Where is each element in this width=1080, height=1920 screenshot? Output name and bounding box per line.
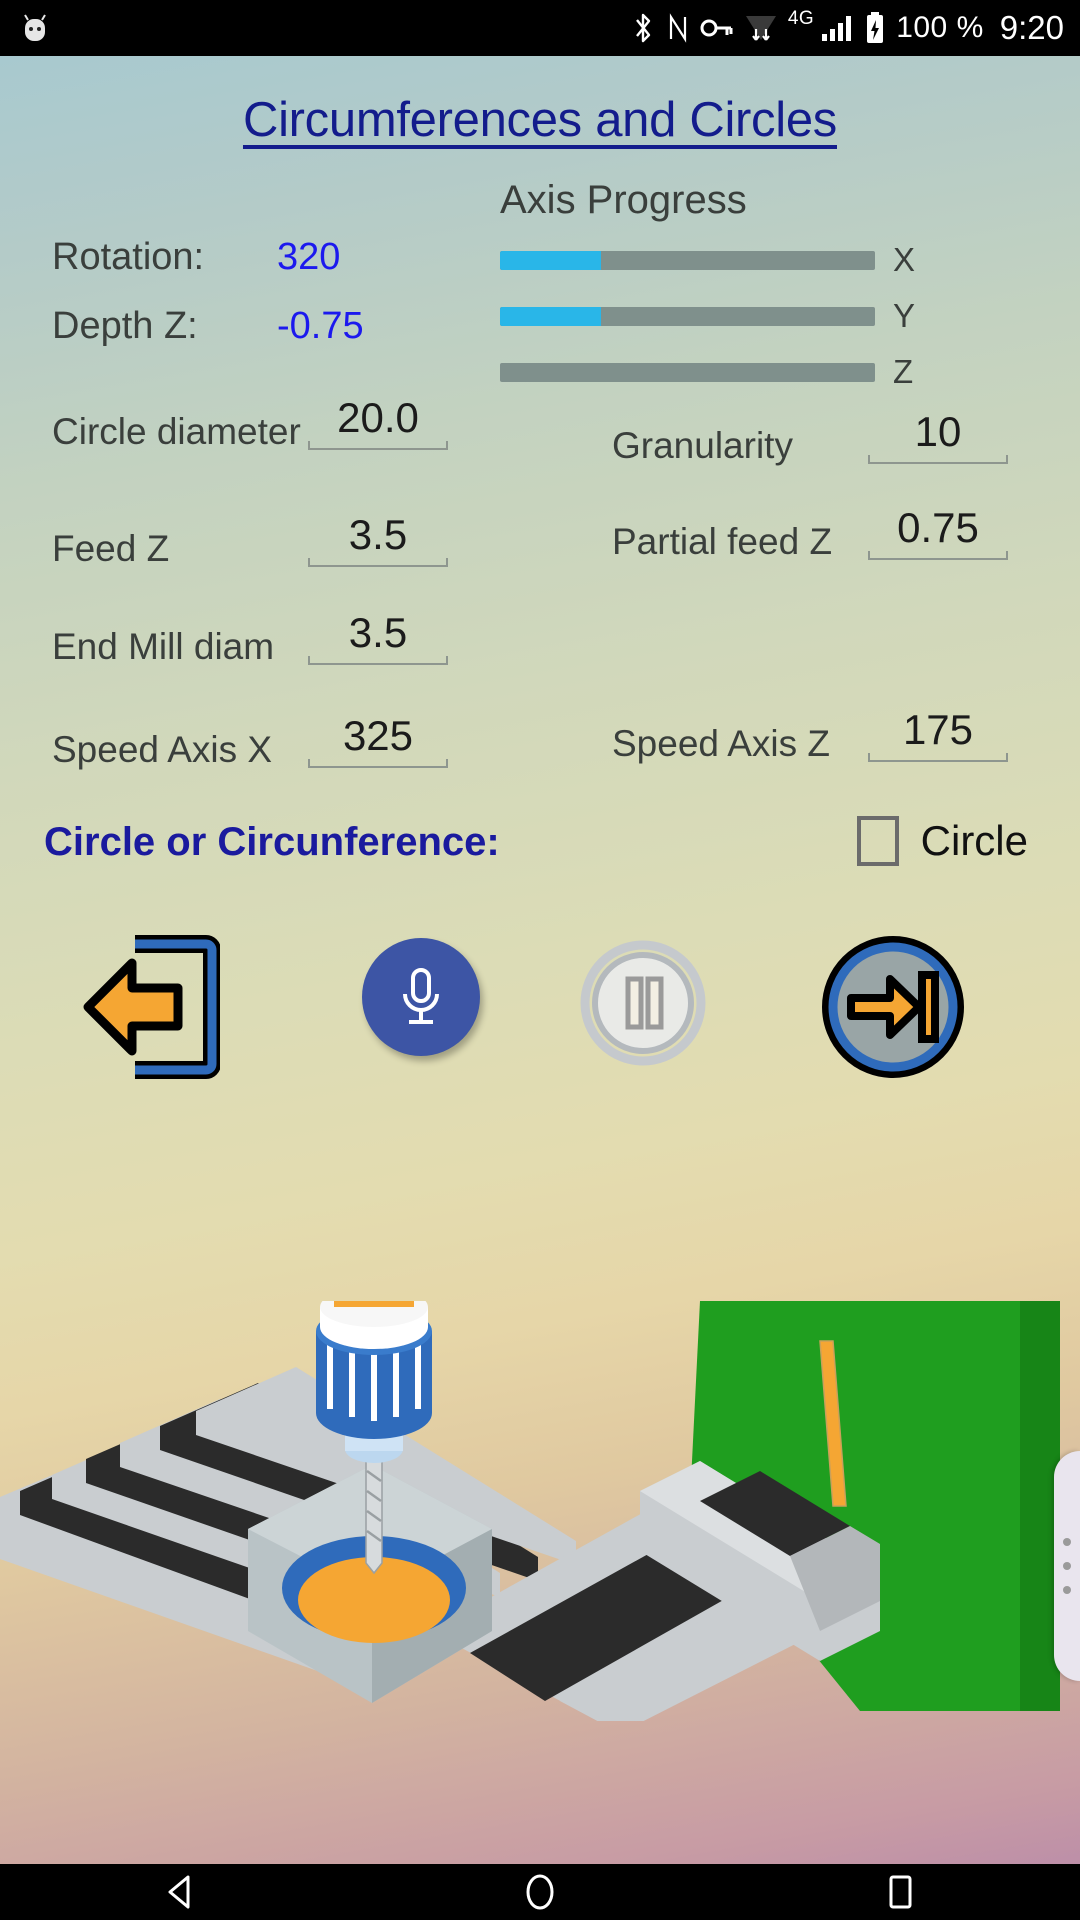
input-underline bbox=[308, 759, 448, 768]
field-feed-z-value: 3.5 bbox=[348, 511, 408, 558]
drawer-dot bbox=[1063, 1538, 1071, 1546]
field-circle-diameter: Circle diameter 20.0 bbox=[52, 394, 472, 460]
readout-depth-z-label: Depth Z: bbox=[52, 305, 198, 347]
field-end-mill-diam: End Mill diam 3.5 bbox=[52, 609, 472, 675]
status-bar-right: 4G 100 % 9:20 bbox=[630, 8, 1080, 47]
field-partial-feed-z-input[interactable]: 0.75 bbox=[868, 504, 1008, 570]
axis-progress-panel: Axis Progress X Y Z bbox=[500, 178, 1060, 409]
app-content: Circumferences and Circles Rotation: 320… bbox=[0, 56, 1080, 1864]
android-navigation-bar bbox=[0, 1864, 1080, 1920]
field-granularity: Granularity 10 bbox=[612, 408, 1032, 474]
field-granularity-input[interactable]: 10 bbox=[868, 408, 1008, 474]
axis-progress-title: Axis Progress bbox=[500, 178, 747, 222]
network-type-label: 4G bbox=[787, 8, 815, 29]
field-speed-axis-x-label: Speed Axis X bbox=[52, 729, 273, 771]
readout-rotation-value: 320 bbox=[277, 236, 341, 278]
battery-charging-icon bbox=[864, 11, 886, 45]
field-speed-axis-z: Speed Axis Z 175 bbox=[612, 706, 1032, 772]
circle-checkbox-group[interactable]: Circle bbox=[856, 816, 1028, 866]
field-circle-diameter-input[interactable]: 20.0 bbox=[308, 394, 448, 460]
pause-button[interactable] bbox=[578, 938, 708, 1073]
progress-label-z: Z bbox=[893, 353, 914, 390]
field-end-mill-diam-value: 3.5 bbox=[348, 609, 408, 656]
field-circle-diameter-label: Circle diameter bbox=[52, 411, 301, 453]
progress-label-y: Y bbox=[893, 297, 916, 334]
field-speed-axis-x-input[interactable]: 325 bbox=[308, 712, 448, 778]
progress-fill-y bbox=[500, 306, 602, 326]
field-speed-axis-z-label: Speed Axis Z bbox=[612, 723, 831, 765]
drawer-dot bbox=[1063, 1586, 1071, 1594]
input-underline bbox=[868, 753, 1008, 762]
readout-depth-z-value: -0.75 bbox=[277, 305, 364, 347]
input-underline bbox=[868, 551, 1008, 560]
signal-icon bbox=[820, 13, 854, 43]
action-button-row bbox=[0, 932, 1080, 1112]
progress-row-z: Z bbox=[500, 353, 1060, 391]
bluetooth-icon bbox=[630, 11, 656, 45]
microphone-button[interactable] bbox=[362, 938, 480, 1056]
phone-screen: 4G 100 % 9:20 Circumferences and Circles… bbox=[0, 0, 1080, 1920]
field-end-mill-diam-input[interactable]: 3.5 bbox=[308, 609, 448, 675]
wifi-icon bbox=[744, 12, 778, 44]
progress-track-y bbox=[500, 306, 875, 326]
recents-square-icon bbox=[889, 1875, 912, 1909]
progress-fill-x bbox=[500, 250, 602, 270]
field-speed-axis-z-value: 175 bbox=[902, 706, 974, 753]
readout-depth-z: Depth Z: -0.75 bbox=[52, 305, 364, 348]
page-title: Circumferences and Circles bbox=[242, 93, 837, 147]
field-speed-axis-x: Speed Axis X 325 bbox=[52, 712, 472, 778]
status-bar-left bbox=[0, 10, 52, 46]
readout-rotation: Rotation: 320 bbox=[52, 236, 364, 279]
progress-label-x: X bbox=[893, 241, 916, 278]
next-button[interactable] bbox=[818, 932, 968, 1087]
circle-checkbox[interactable] bbox=[856, 816, 899, 866]
field-end-mill-diam-label: End Mill diam bbox=[52, 626, 275, 668]
nav-recents-button[interactable] bbox=[840, 1864, 960, 1920]
vpn-key-icon bbox=[700, 16, 734, 40]
input-underline bbox=[868, 455, 1008, 464]
drawer-dot bbox=[1063, 1562, 1071, 1570]
field-granularity-value: 10 bbox=[914, 408, 962, 455]
cnc-milling-machine-illustration bbox=[0, 1248, 1080, 1733]
parameter-fields: Circle diameter 20.0 Feed Z 3.5 End Mill… bbox=[0, 394, 1080, 794]
field-feed-z-label: Feed Z bbox=[52, 528, 170, 570]
nav-home-button[interactable] bbox=[480, 1864, 600, 1920]
status-bar: 4G 100 % 9:20 bbox=[0, 0, 1080, 56]
input-underline bbox=[308, 441, 448, 450]
field-speed-axis-x-value: 325 bbox=[342, 712, 414, 759]
input-underline bbox=[308, 558, 448, 567]
field-granularity-label: Granularity bbox=[612, 425, 793, 467]
input-underline bbox=[308, 656, 448, 665]
field-circle-diameter-value: 20.0 bbox=[337, 394, 419, 441]
field-partial-feed-z-label: Partial feed Z bbox=[612, 521, 833, 563]
nfc-icon bbox=[666, 12, 690, 44]
readout-rotation-label: Rotation: bbox=[52, 236, 205, 278]
progress-row-y: Y bbox=[500, 297, 1060, 335]
android-robot-icon bbox=[18, 10, 52, 46]
microphone-button-circle[interactable] bbox=[362, 938, 480, 1056]
field-feed-z-input[interactable]: 3.5 bbox=[308, 511, 448, 577]
nav-back-button[interactable] bbox=[120, 1864, 240, 1920]
readout-list: Rotation: 320 Depth Z: -0.75 bbox=[52, 236, 364, 374]
progress-row-x: X bbox=[500, 241, 1060, 279]
field-partial-feed-z: Partial feed Z 0.75 bbox=[612, 504, 1032, 570]
exit-button[interactable] bbox=[80, 932, 221, 1087]
back-triangle-icon bbox=[168, 1875, 190, 1909]
circle-checkbox-label: Circle bbox=[920, 817, 1028, 864]
home-circle-icon bbox=[526, 1874, 554, 1910]
field-feed-z: Feed Z 3.5 bbox=[52, 511, 472, 577]
field-speed-axis-z-input[interactable]: 175 bbox=[868, 706, 1008, 772]
progress-track-z bbox=[500, 362, 875, 382]
clock-label: 9:20 bbox=[999, 9, 1064, 46]
field-partial-feed-z-value: 0.75 bbox=[897, 504, 979, 551]
drawer-handle[interactable] bbox=[1054, 1451, 1080, 1681]
battery-percent-label: 100 % bbox=[896, 11, 984, 44]
mode-selector-label: Circle or Circunference: bbox=[44, 820, 500, 864]
microphone-icon bbox=[403, 968, 439, 1024]
mode-selector-row: Circle or Circunference: Circle bbox=[0, 808, 1080, 898]
readouts-and-progress: Rotation: 320 Depth Z: -0.75 Axis Progre… bbox=[0, 178, 1080, 390]
progress-track-x bbox=[500, 250, 875, 270]
